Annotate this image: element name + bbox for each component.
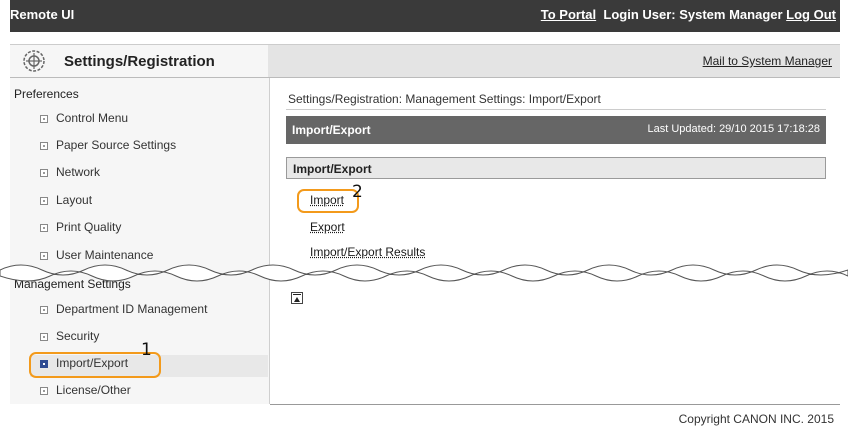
title-area: Settings/Registration	[10, 45, 268, 77]
title-bar: Settings/Registration Mail to System Man…	[10, 44, 840, 78]
content-header: Import/Export Last Updated: 29/10 2015 1…	[286, 116, 826, 144]
sidebar-item-control-menu[interactable]: Control Menu	[30, 110, 268, 132]
copyright-text: Copyright CANON INC. 2015	[678, 412, 834, 426]
section-header-title: Import/Export	[293, 162, 372, 176]
page-title: Settings/Registration	[64, 53, 215, 70]
sidebar-item-label: Network	[56, 165, 101, 179]
breadcrumb: Settings/Registration: Management Settin…	[288, 92, 601, 106]
bullet-icon	[40, 224, 48, 232]
mail-to-system-manager-link[interactable]: Mail to System Manager	[703, 54, 832, 68]
export-link[interactable]: Export	[310, 220, 345, 234]
top-bar: Remote UI To Portal Login User: System M…	[10, 0, 840, 32]
last-updated-label: Last Updated: 29/10 2015 17:18:28	[647, 123, 820, 135]
step-marker-2: 2	[352, 182, 363, 202]
sidebar-item-network[interactable]: Network	[30, 164, 268, 186]
sidebar-item-label: Security	[56, 329, 100, 343]
sidebar-item-license-other[interactable]: License/Other	[30, 382, 268, 404]
section-header: Import/Export	[286, 157, 826, 179]
bullet-icon	[40, 115, 48, 123]
top-bar-user-area: To Portal Login User: System Manager Log…	[541, 7, 836, 22]
bullet-icon	[40, 197, 48, 205]
sidebar-item-department-id-management[interactable]: Department ID Management	[30, 301, 268, 323]
preferences-section-title: Preferences	[14, 87, 79, 101]
log-out-link[interactable]: Log Out	[786, 7, 836, 22]
footer-divider	[270, 404, 840, 405]
sidebar-item-label: Print Quality	[56, 220, 122, 234]
login-user-label: Login User: System Manager	[603, 7, 783, 22]
import-link-highlight	[297, 189, 359, 213]
page-break-wave	[0, 264, 848, 282]
step-marker-1: 1	[141, 340, 152, 360]
bullet-icon	[40, 387, 48, 395]
scroll-to-top-button[interactable]	[291, 292, 303, 304]
sidebar-item-label: License/Other	[56, 383, 131, 397]
sidebar-item-print-quality[interactable]: Print Quality	[30, 219, 268, 241]
sidebar-item-label: Control Menu	[56, 111, 129, 125]
sidebar-item-label: Paper Source Settings	[56, 138, 177, 152]
sidebar-item-label: Layout	[56, 193, 93, 207]
breadcrumb-divider	[286, 109, 826, 110]
sidebar-item-paper-source-settings[interactable]: Paper Source Settings	[30, 137, 268, 159]
sidebar-item-label: Department ID Management	[56, 302, 208, 316]
bullet-icon	[40, 142, 48, 150]
sidebar-item-layout[interactable]: Layout	[30, 192, 268, 214]
bullet-icon	[40, 333, 48, 341]
content-header-title: Import/Export	[292, 123, 371, 137]
bullet-icon	[40, 306, 48, 314]
settings-gear-icon	[23, 50, 45, 72]
app-name: Remote UI	[10, 7, 75, 22]
to-portal-link[interactable]: To Portal	[541, 7, 596, 22]
bullet-icon	[40, 169, 48, 177]
